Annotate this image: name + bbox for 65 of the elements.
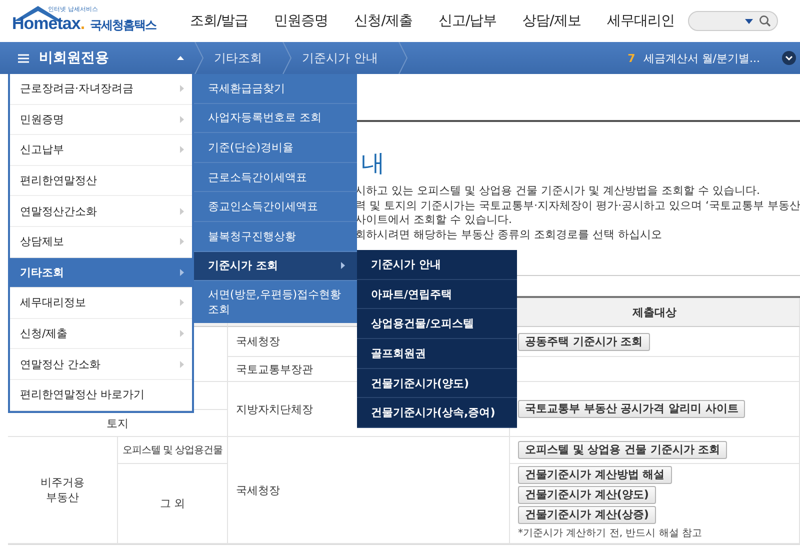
chevron-separator-icon <box>282 42 292 74</box>
submenu-item[interactable]: 기준(단순)경비율 <box>194 133 357 163</box>
menu-item[interactable]: 편리한연말정산 바로가기 <box>10 380 192 411</box>
table-cell: 그 외 <box>160 496 186 511</box>
chevron-separator-icon <box>398 42 408 74</box>
table-cell: 국세청장 <box>236 482 280 498</box>
menu-item[interactable]: 세무대리정보 <box>10 288 192 319</box>
nav-link[interactable]: 세무대리인 <box>606 12 674 30</box>
chevron-down-circle-icon[interactable] <box>782 51 796 65</box>
menu-label: 비회원전용 <box>39 49 110 67</box>
submenu-item[interactable]: 아파트/연립주택 <box>357 280 517 310</box>
submenu-item[interactable]: 기준시가 안내 <box>357 250 517 280</box>
lookup-button[interactable]: 공동주택 기준시가 조회 <box>518 332 650 350</box>
table-cell: 국토교통부장관 <box>236 362 313 376</box>
notice-link[interactable]: 세금계산서 월/분기별... <box>643 50 760 66</box>
submenu-item[interactable]: 골프회원권 <box>357 339 517 369</box>
table-cell-text: 오피스텔 및 상업용건물 <box>122 444 223 457</box>
logo-name[interactable]: 국세청홈택스 <box>90 17 156 34</box>
menu-item[interactable]: 기타조회 <box>10 258 192 288</box>
submenu-item[interactable]: 종교인소득간이세액표 <box>194 192 357 222</box>
search-field[interactable] <box>688 11 778 31</box>
submenu-item[interactable]: 상업용건물/오피스텔 <box>357 309 517 340</box>
intro-text: 시하고 있는 오피스텔 및 상업용 건물 기준시가 및 계산방법을 조회할 수 있습니다. <box>355 184 761 198</box>
breadcrumb-link[interactable]: 기타조회 <box>204 50 282 66</box>
calculate-button[interactable]: 건물기준시가 계산(상증) <box>518 506 656 524</box>
lookup-button[interactable]: 오피스텔 및 상업용 건물 기준시가 조회 <box>518 441 728 459</box>
nav-link[interactable]: 상담/제보 <box>522 12 581 30</box>
menu-item[interactable]: 신고납부 <box>10 135 192 166</box>
note-text: *기준시가 계산하기 전, 반드시 해설 참고 <box>518 527 702 540</box>
menu-item[interactable]: 민원증명 <box>10 104 192 136</box>
table-cell: 국세청장 <box>236 334 280 349</box>
intro-text: 회하시려면 해당하는 부동산 종류의 조회경로를 선택 하십시오 <box>355 228 663 242</box>
nav-link[interactable]: 신고/납부 <box>438 12 497 30</box>
menu-item[interactable]: 연말정산간소화 <box>10 196 192 227</box>
menu-toggle[interactable]: 비회원전용 <box>8 42 194 74</box>
site-link-button[interactable]: 국토교통부 부동산 공시가격 알리미 사이트 <box>518 400 746 418</box>
table-cell: 지방자치단체장 <box>236 402 313 416</box>
calculate-button[interactable]: 건물기준시가 계산(양도) <box>518 486 656 504</box>
submenu-item[interactable]: 건물기준시가(상속,증여) <box>357 398 517 428</box>
dropdown-caret-icon[interactable] <box>745 18 753 24</box>
table-cell: 비주거용 부동산 <box>40 475 84 505</box>
logo-wordmark[interactable]: Hometax. <box>12 14 85 34</box>
notice-number: 7 <box>628 52 636 64</box>
search-icon[interactable] <box>759 15 771 27</box>
chevron-separator-icon <box>194 42 204 74</box>
menu-item[interactable]: 편리한연말정산 <box>10 166 192 196</box>
column-header: 제출대상 <box>632 304 676 320</box>
nav-link[interactable]: 민원증명 <box>274 12 328 30</box>
intro-text: 사이트에서 조회할 수 있습니다. <box>355 213 513 228</box>
nav-link[interactable]: 신청/제출 <box>354 12 412 30</box>
menu-item[interactable]: 연말정산 간소화 <box>10 349 192 380</box>
nav-link[interactable]: 조회/발급 <box>190 12 248 30</box>
menu-item[interactable]: 신청/제출 <box>10 318 192 350</box>
menu-icon <box>18 54 29 62</box>
table-cell: 토지 <box>106 416 128 430</box>
submenu-item[interactable]: 건물기준시가(양도) <box>357 368 517 398</box>
submenu-item[interactable]: 근로소득간이세액표 <box>194 162 357 192</box>
submenu-item[interactable]: 기준시가 조회 <box>194 252 357 282</box>
submenu-item[interactable]: 국세환급금찾기 <box>194 74 357 104</box>
breadcrumb-link[interactable]: 기준시가 안내 <box>292 50 398 66</box>
page-title: 내 <box>361 148 386 178</box>
calculate-button[interactable]: 건물기준시가 계산방법 해설 <box>518 466 672 484</box>
submenu-item[interactable]: 사업자등록번호로 조회 <box>194 104 357 134</box>
menu-item[interactable]: 근로장려금·자녀장려금 <box>10 74 192 105</box>
submenu-item[interactable]: 서면(방문,우편등)접수현황 조회 <box>194 281 357 324</box>
